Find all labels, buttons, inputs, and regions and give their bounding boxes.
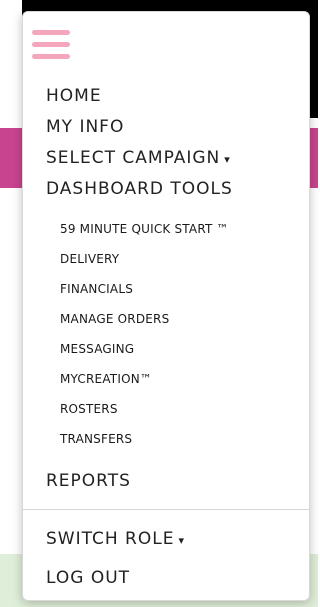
chevron-down-icon: ▾ (178, 534, 185, 547)
submenu-item-quick-start[interactable]: 59 MINUTE QUICK START ™ (60, 222, 229, 236)
chevron-down-icon: ▾ (224, 153, 231, 166)
submenu-item-rosters[interactable]: ROSTERS (60, 402, 118, 416)
submenu-item-transfers[interactable]: TRANSFERS (60, 432, 132, 446)
main-navigation-menu: HOME MY INFO SELECT CAMPAIGN ▾ DASHBOARD … (22, 11, 310, 601)
menu-divider (23, 509, 309, 510)
menu-item-switch-role[interactable]: SWITCH ROLE ▾ (46, 529, 185, 549)
switch-role-label: SWITCH ROLE (46, 529, 175, 549)
hamburger-menu-icon[interactable] (32, 30, 70, 60)
menu-item-dashboard-tools[interactable]: DASHBOARD TOOLS (46, 179, 233, 199)
menu-item-select-campaign[interactable]: SELECT CAMPAIGN ▾ (46, 148, 231, 168)
submenu-item-mycreation[interactable]: MYCREATION™ (60, 372, 152, 386)
submenu-item-financials[interactable]: FINANCIALS (60, 282, 133, 296)
menu-item-home[interactable]: HOME (46, 86, 102, 106)
menu-item-reports[interactable]: REPORTS (46, 471, 131, 491)
page-header-left-edge (0, 0, 22, 118)
submenu-item-messaging[interactable]: MESSAGING (60, 342, 134, 356)
menu-item-log-out[interactable]: LOG OUT (46, 568, 130, 588)
select-campaign-label: SELECT CAMPAIGN (46, 148, 221, 168)
submenu-item-manage-orders[interactable]: MANAGE ORDERS (60, 312, 169, 326)
submenu-item-delivery[interactable]: DELIVERY (60, 252, 119, 266)
menu-item-my-info[interactable]: MY INFO (46, 117, 124, 137)
